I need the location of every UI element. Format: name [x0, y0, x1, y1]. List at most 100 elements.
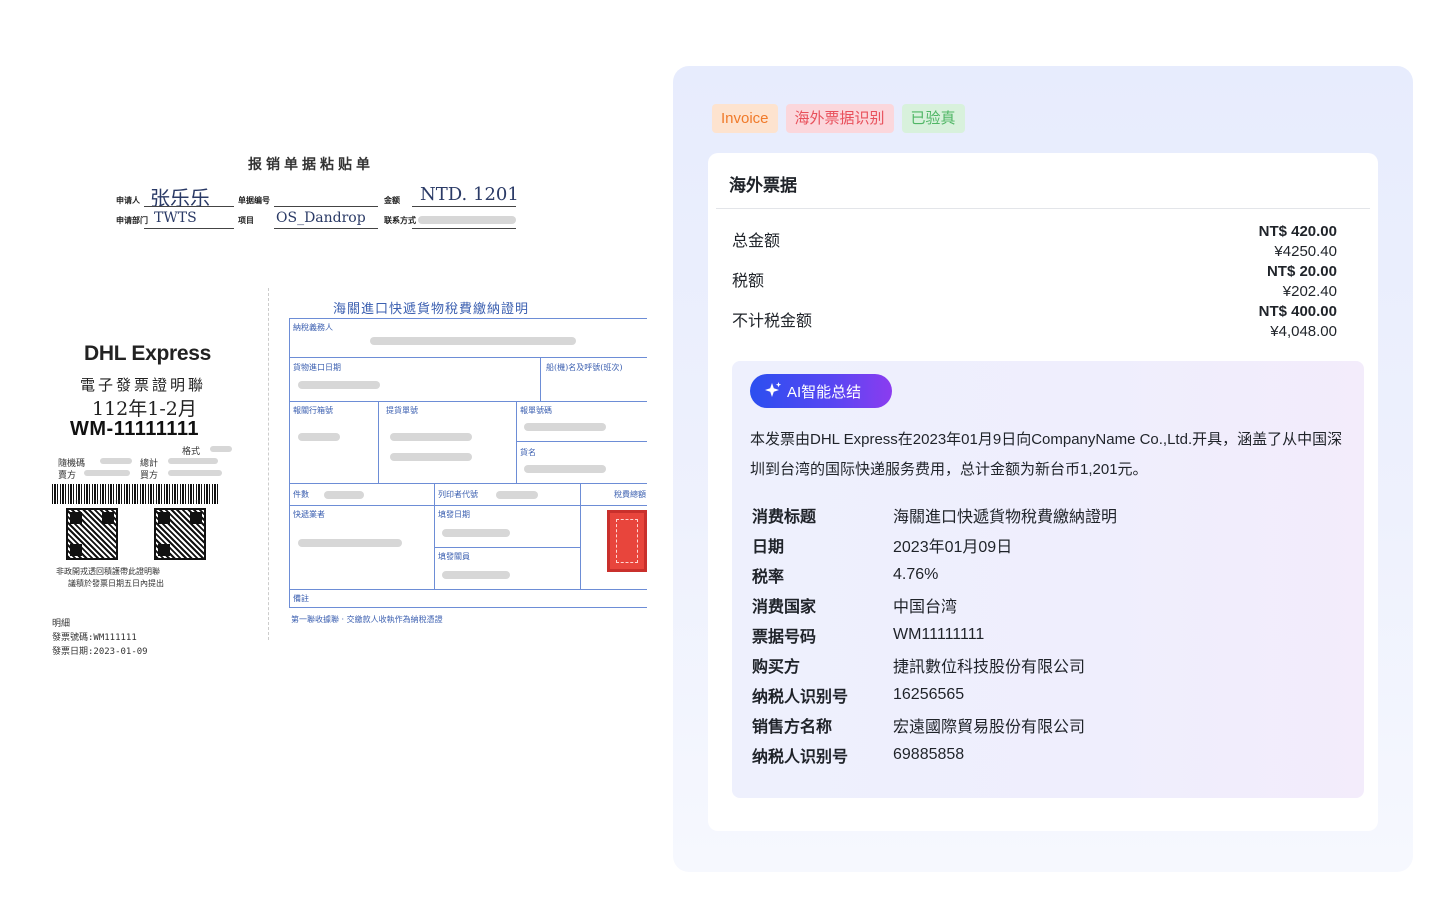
form-line [290, 589, 647, 590]
amount-ntd: NT$ 420.00 [1258, 223, 1337, 240]
form-line [434, 483, 435, 589]
field-value: WM11111111 [893, 626, 985, 643]
redacted-buyer [168, 470, 222, 476]
sparkle-icon [765, 382, 782, 397]
buyer-label: 買方 [140, 471, 159, 481]
underline [144, 206, 234, 207]
field-customs-box: 報關行箱號 [293, 406, 333, 415]
customs-footer: 第一聯收據聯 · 交繳款人收執作為納稅憑證 [291, 615, 443, 624]
dhl-receipt: DHL Express 電子發票證明聯 112年1-2月 WM-11111111… [48, 338, 240, 668]
field-import-date: 貨物進口日期 [293, 363, 341, 372]
form-line [290, 401, 647, 402]
red-seal-stamp [607, 510, 647, 572]
dept-handwriting: TWTS [154, 210, 197, 226]
amount-label: 金额 [384, 196, 400, 205]
receipt-note: 議積於發票日期五日內提出 [68, 579, 164, 588]
project-label: 项目 [238, 216, 254, 225]
field-bill: 提貨單號 [386, 406, 418, 415]
form-line [290, 357, 647, 358]
underline [412, 206, 516, 207]
amount-cny: ¥202.40 [1282, 283, 1337, 300]
field-printer: 列印者代號 [438, 490, 478, 499]
contact-label: 联系方式 [384, 216, 416, 225]
amount-row-tax: 税额 NT$ 20.00 ¥202.40 [732, 263, 1337, 303]
redacted-value [370, 337, 576, 345]
underline [274, 206, 378, 207]
redacted-value [524, 465, 606, 473]
field-row: 购买方 捷訊數位科技股份有限公司 [752, 650, 1352, 680]
recognition-panel: Invoice 海外票据识别 已验真 海外票据 总金额 NT$ 420.00 ¥… [673, 66, 1413, 872]
amount-row-pretax: 不计税金额 NT$ 400.00 ¥4,048.00 [732, 303, 1337, 343]
form-line [290, 483, 647, 484]
ai-summary-box: AI智能总结 本发票由DHL Express在2023年01月9日向Compan… [732, 361, 1364, 798]
redacted-value [324, 491, 364, 499]
redacted-value [524, 423, 606, 431]
underline [144, 228, 234, 229]
field-row: 票据号码 WM11111111 [752, 620, 1352, 650]
amount-label: 税额 [732, 273, 765, 290]
redacted-total [168, 458, 218, 464]
paste-sheet-title: 报销单据粘贴单 [248, 157, 374, 173]
redacted-value [442, 529, 510, 537]
tag-verified: 已验真 [901, 104, 965, 133]
amount-row-total: 总金额 NT$ 420.00 ¥4250.40 [732, 223, 1337, 263]
seller-label: 賣方 [58, 471, 77, 481]
qr-code-image [154, 508, 206, 560]
divider [716, 208, 1370, 209]
redacted-value [496, 491, 538, 499]
field-value: 4.76% [893, 566, 939, 583]
form-line [434, 547, 580, 548]
receipt-doc-type: 電子發票證明聯 [80, 376, 207, 394]
scanned-document: 报销单据粘贴单 申请人 张乐乐 单据编号 金额 NTD. 1201 申请部门 T… [40, 140, 650, 670]
card-title: 海外票据 [729, 176, 797, 195]
field-goods: 貨名 [520, 448, 536, 457]
field-value: 宏遠國際貿易股份有限公司 [893, 719, 1086, 736]
field-key: 税率 [752, 569, 785, 586]
redacted-value [298, 539, 402, 547]
field-value: 2023年01月09日 [893, 539, 1013, 556]
applicant-label: 申请人 [116, 196, 140, 205]
receipt-note: 非政開戎透回積護帶此證明聯 [56, 567, 160, 576]
redacted-format [210, 446, 232, 452]
field-row: 纳税人识别号 69885858 [752, 740, 1352, 770]
field-remarks: 備註 [293, 594, 309, 603]
receipt-period: 112年1-2月 [92, 398, 197, 420]
field-row: 税率 4.76% [752, 560, 1352, 590]
tag-invoice: Invoice [712, 104, 778, 133]
underline [274, 228, 378, 229]
field-key: 消费标题 [752, 509, 817, 526]
project-handwriting: OS_Dandrop [276, 210, 366, 226]
field-row: 销售方名称 宏遠國際貿易股份有限公司 [752, 710, 1352, 740]
amount-ntd: NT$ 400.00 [1258, 303, 1337, 320]
invoice-fields: 消费标题 海關進口快遞貨物稅費繳納證明 日期 2023年01月09日 税率 4.76%… [752, 500, 1352, 770]
field-value: 捷訊數位科技股份有限公司 [893, 659, 1086, 676]
barcode-image [52, 484, 220, 504]
redacted-value [298, 381, 380, 389]
field-value: 16256565 [893, 686, 965, 703]
field-row: 消费国家 中国台湾 [752, 590, 1352, 620]
ai-summary-button[interactable]: AI智能总结 [750, 374, 892, 408]
amount-cny: ¥4250.40 [1274, 243, 1337, 260]
field-key: 销售方名称 [752, 719, 833, 736]
field-key: 消费国家 [752, 599, 817, 616]
form-line [540, 357, 541, 401]
amount-label: 总金额 [732, 233, 781, 250]
receipt-brand: DHL Express [84, 342, 212, 365]
customs-form-frame: 納稅義務人 貨物進口日期 船(機)名及呼號(班次) 報關行箱號 提貨單號 報單號… [289, 318, 647, 608]
underline [412, 228, 516, 229]
form-line [516, 401, 517, 483]
detail-label: 明細 [52, 619, 71, 629]
ai-summary-text: 本发票由DHL Express在2023年01月9日向CompanyName C… [750, 431, 1343, 478]
ai-summary-label: AI智能总结 [787, 383, 862, 401]
field-row: 日期 2023年01月09日 [752, 530, 1352, 560]
receipt-number: WM-11111111 [70, 418, 199, 440]
field-key: 票据号码 [752, 629, 817, 646]
amount-label: 不计税金额 [732, 313, 813, 330]
field-vessel: 船(機)名及呼號(班次) [546, 363, 623, 372]
tag-overseas-recognition: 海外票据识别 [785, 104, 894, 133]
dept-label: 申请部门 [116, 216, 148, 225]
redacted-value [390, 453, 472, 461]
redacted-random [100, 458, 132, 464]
format-label: 格式 [182, 447, 201, 457]
field-value: 中国台湾 [893, 599, 958, 616]
